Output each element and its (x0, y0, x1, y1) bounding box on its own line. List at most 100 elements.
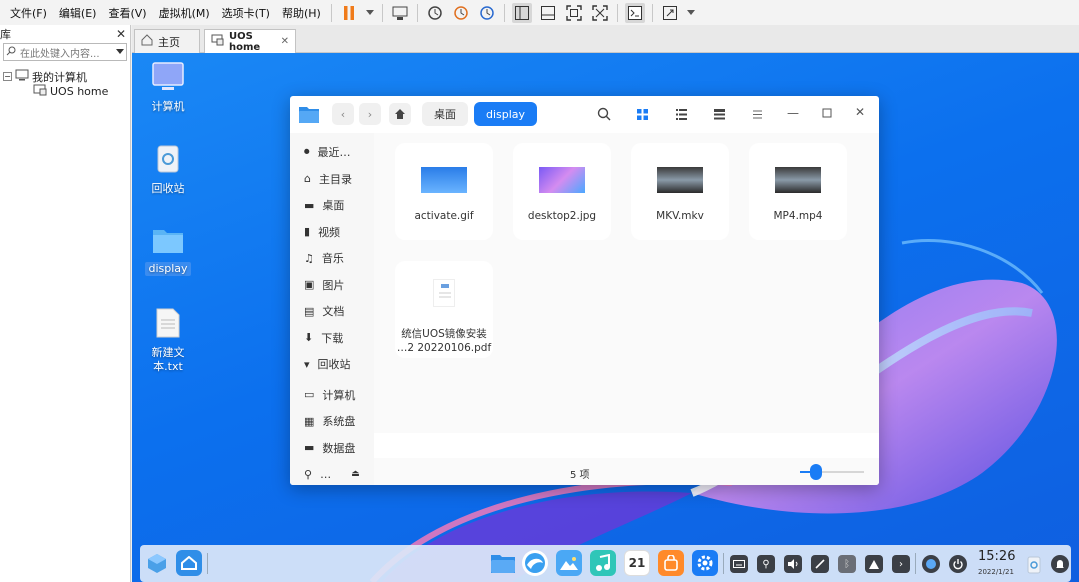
desktop-icon-computer[interactable]: 计算机 (133, 61, 203, 114)
chevron-down-icon[interactable] (116, 47, 124, 58)
eject-icon[interactable]: ⏏ (351, 469, 360, 479)
sidebar-item-system-disk[interactable]: ▦ 系统盘 (290, 408, 374, 435)
menu-tabs[interactable]: 选项卡(T) (216, 5, 276, 21)
calendar-day: 21 (628, 556, 646, 570)
sidebar-item-data-disk[interactable]: ▬ 数据盘 (290, 435, 374, 462)
detail-view-icon[interactable] (714, 109, 725, 123)
sidebar-item-videos[interactable]: ▮ 视频 (290, 219, 374, 246)
sidebar-item-documents[interactable]: ▤ 文档 (290, 298, 374, 325)
notice-icon[interactable] (865, 555, 883, 573)
zoom-slider[interactable] (800, 464, 864, 480)
snapshot-icon[interactable] (425, 3, 445, 23)
multitask-icon[interactable] (144, 550, 170, 576)
tree-item-my-computer[interactable]: − 我的计算机 (0, 69, 130, 84)
tab-label: UOS home (229, 30, 261, 53)
sidebar-item-usb[interactable]: ⚲ … ⏏ (290, 461, 374, 485)
keyboard-icon[interactable] (730, 555, 748, 573)
sidebar-item-recent[interactable]: ⏺ 最近… (290, 139, 374, 166)
usb-icon[interactable]: ⚲ (757, 555, 775, 573)
desktop-icon-text-file[interactable]: 新建文 本.txt (133, 307, 203, 374)
restore-snapshot-icon[interactable] (451, 3, 471, 23)
sidebar-item-home[interactable]: ⌂ 主目录 (290, 166, 374, 193)
menu-file[interactable]: 文件(F) (4, 5, 53, 21)
file-manager-logo-icon (298, 103, 320, 128)
back-button[interactable]: ‹ (332, 103, 354, 125)
library-header: 库 ✕ (0, 25, 130, 43)
file-item[interactable]: MP4.mp4 (749, 143, 847, 240)
clock-time[interactable]: 15:26 (978, 549, 1015, 564)
menu-help[interactable]: 帮助(H) (276, 5, 327, 21)
console-view-icon[interactable] (624, 2, 645, 23)
snapshot-manager-icon[interactable] (477, 3, 497, 23)
tab-uos-home[interactable]: UOS home ✕ (204, 29, 296, 53)
network-icon[interactable] (922, 555, 940, 573)
trash-icon[interactable] (1026, 554, 1042, 577)
minimize-button[interactable]: — (787, 106, 799, 120)
music-icon[interactable] (590, 550, 616, 576)
launcher-home-icon[interactable] (176, 550, 202, 576)
list-view-icon[interactable] (676, 109, 687, 123)
tree-item-uos-home[interactable]: UOS home (0, 84, 130, 99)
search-icon[interactable] (597, 107, 611, 124)
file-item[interactable]: MKV.mkv (631, 143, 729, 240)
sidebar-item-music[interactable]: ♫ 音乐 (290, 245, 374, 272)
sidebar-item-trash[interactable]: ▾ 回收站 (290, 351, 374, 378)
toolbar-divider (416, 3, 418, 22)
icon-view-icon[interactable] (637, 109, 648, 123)
notification-icon[interactable] (1051, 555, 1069, 573)
browser-icon[interactable] (522, 550, 548, 576)
power-icon[interactable] (949, 555, 967, 573)
close-icon[interactable]: ✕ (116, 27, 126, 41)
guest-desktop[interactable]: 计算机 回收站 display 新建文 本.txt ‹ › 桌面 display… (132, 53, 1079, 582)
sidebar-item-downloads[interactable]: ⬇ 下载 (290, 325, 374, 352)
chevron-down-icon[interactable] (365, 3, 375, 23)
fullscreen-icon[interactable] (564, 3, 584, 23)
photos-icon[interactable] (556, 550, 582, 576)
show-library-icon[interactable] (511, 2, 532, 23)
expand-tray-icon[interactable]: › (892, 555, 910, 573)
close-button[interactable]: ✕ (855, 105, 865, 119)
app-store-icon[interactable] (658, 550, 684, 576)
desktop-icon-label: 新建文 本.txt (151, 346, 185, 373)
pause-button[interactable] (339, 3, 359, 23)
send-ctrl-alt-del-icon[interactable] (390, 3, 410, 23)
menu-view[interactable]: 查看(V) (102, 5, 152, 21)
sidebar-label: 计算机 (322, 388, 356, 402)
maximize-button[interactable] (822, 108, 832, 121)
collapse-icon[interactable]: − (3, 72, 12, 81)
bluetooth-icon[interactable]: ᛒ (838, 555, 856, 573)
home-crumb-button[interactable] (389, 103, 411, 125)
chevron-down-icon[interactable] (686, 3, 696, 23)
video-thumbnail-icon (657, 167, 703, 193)
desktop-icon: ▬ (304, 198, 315, 212)
zoom-slider-handle[interactable] (810, 464, 822, 480)
menu-icon[interactable] (752, 109, 763, 123)
desktop-icon-display-folder[interactable]: display (133, 225, 203, 276)
stretch-guest-icon[interactable] (660, 3, 680, 23)
file-manager-icon[interactable] (490, 550, 516, 576)
home-icon (141, 34, 153, 49)
menu-edit[interactable]: 编辑(E) (53, 5, 103, 21)
file-item[interactable]: 统信UOS镜像安装 …2 20220106.pdf (395, 261, 493, 358)
music-icon: ♫ (304, 251, 314, 265)
volume-icon[interactable] (784, 555, 802, 573)
library-search-input[interactable]: 在此处键入内容... (3, 43, 127, 61)
desktop-icon-trash[interactable]: 回收站 (133, 141, 203, 196)
tab-home[interactable]: 主页 (134, 29, 200, 53)
menu-vm[interactable]: 虚拟机(M) (153, 5, 216, 21)
forward-button[interactable]: › (359, 103, 381, 125)
settings-icon[interactable] (692, 550, 718, 576)
screenshot-icon[interactable] (811, 555, 829, 573)
breadcrumb-display[interactable]: display (474, 102, 538, 126)
file-item[interactable]: desktop2.jpg (513, 143, 611, 240)
calendar-icon[interactable]: 21 (624, 550, 650, 576)
breadcrumb-desktop[interactable]: 桌面 (422, 102, 468, 126)
close-icon[interactable]: ✕ (281, 36, 289, 47)
sidebar-item-pictures[interactable]: ▣ 图片 (290, 272, 374, 299)
file-item[interactable]: activate.gif (395, 143, 493, 240)
sidebar-item-computer[interactable]: ▭ 计算机 (290, 382, 374, 409)
home-icon: ⌂ (304, 172, 311, 186)
sidebar-item-desktop[interactable]: ▬ 桌面 (290, 192, 374, 219)
unity-mode-icon[interactable] (590, 3, 610, 23)
thumbnail-bar-icon[interactable] (538, 3, 558, 23)
